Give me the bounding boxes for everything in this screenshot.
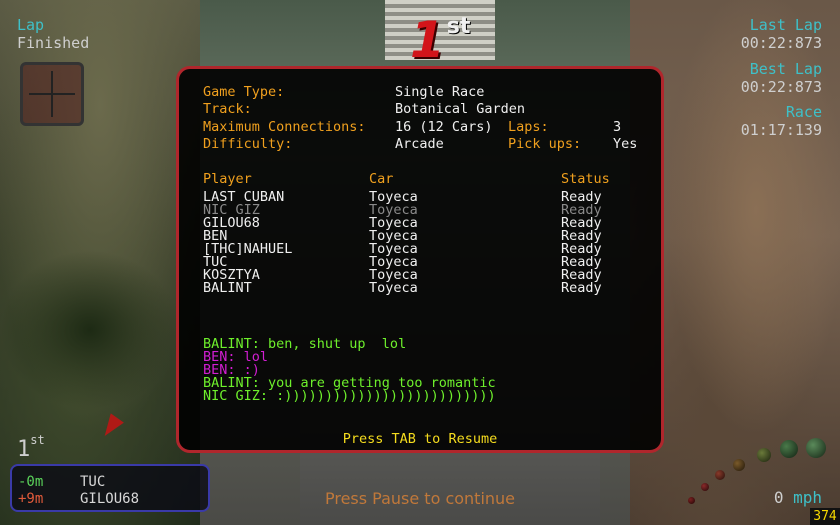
last-lap-time: 00:22:873	[740, 34, 822, 52]
race-time-label: Race	[785, 103, 822, 121]
place-suffix: st	[30, 433, 45, 447]
place-number: 1	[410, 11, 445, 69]
race-position-bottom: 1st	[17, 428, 45, 462]
difficulty-value: Arcade	[395, 136, 444, 152]
chat-message: NIC GIZ: :))))))))))))))))))))))))))	[203, 388, 496, 404]
track-value: Botanical Garden	[395, 101, 526, 117]
resume-hint: Press TAB to Resume	[342, 431, 498, 447]
laps-value: 3	[613, 119, 622, 135]
odometer: 374	[810, 508, 840, 525]
car-column-header: Car	[369, 171, 394, 187]
rpm-light-icon	[757, 448, 771, 462]
plants	[0, 250, 180, 410]
player-status: Ready	[561, 280, 602, 296]
pickups-label: Pick ups:	[508, 136, 582, 152]
player-name: BALINT	[203, 280, 252, 296]
race-time: 01:17:139	[740, 121, 822, 139]
lap-status: Finished	[17, 34, 90, 52]
rpm-light-icon	[806, 438, 826, 458]
max-connections-label: Maximum Connections:	[203, 119, 366, 135]
race-position-top: 1st	[410, 2, 470, 65]
player-car: Toyeca	[369, 280, 418, 296]
max-connections-value: 16 (12 Cars)	[395, 119, 493, 135]
difficulty-label: Difficulty:	[203, 136, 293, 152]
place-suffix: st	[446, 14, 471, 39]
standings-row: -0m TUC	[18, 474, 105, 490]
best-lap-label: Best Lap	[749, 60, 822, 78]
best-lap-time: 00:22:873	[740, 78, 822, 96]
status-column-header: Status	[561, 171, 610, 187]
rpm-light-icon	[780, 440, 798, 458]
place-number: 1	[17, 437, 31, 462]
game-type-value: Single Race	[395, 84, 485, 100]
rpm-light-icon	[701, 483, 709, 491]
speed-value: 0	[773, 488, 784, 507]
race-info-dialog: Game Type: Single Race Track: Botanical …	[176, 66, 664, 453]
pause-message: Press Pause to continue	[324, 489, 516, 508]
laps-label: Laps:	[508, 119, 549, 135]
driver-name: TUC	[80, 474, 106, 490]
gap-value: -0m	[18, 474, 44, 490]
track-label: Track:	[203, 101, 252, 117]
rpm-light-icon	[733, 459, 745, 471]
last-lap-label: Last Lap	[749, 16, 822, 34]
minimap-icon	[20, 62, 84, 126]
lap-label: Lap	[17, 16, 45, 34]
rpm-light-icon	[715, 470, 725, 480]
game-type-label: Game Type:	[203, 84, 285, 100]
pickups-value: Yes	[613, 136, 638, 152]
player-column-header: Player	[203, 171, 252, 187]
rpm-light-icon	[688, 497, 695, 504]
speed-unit: mph	[793, 488, 822, 507]
speedometer: 0 mph	[774, 488, 822, 507]
